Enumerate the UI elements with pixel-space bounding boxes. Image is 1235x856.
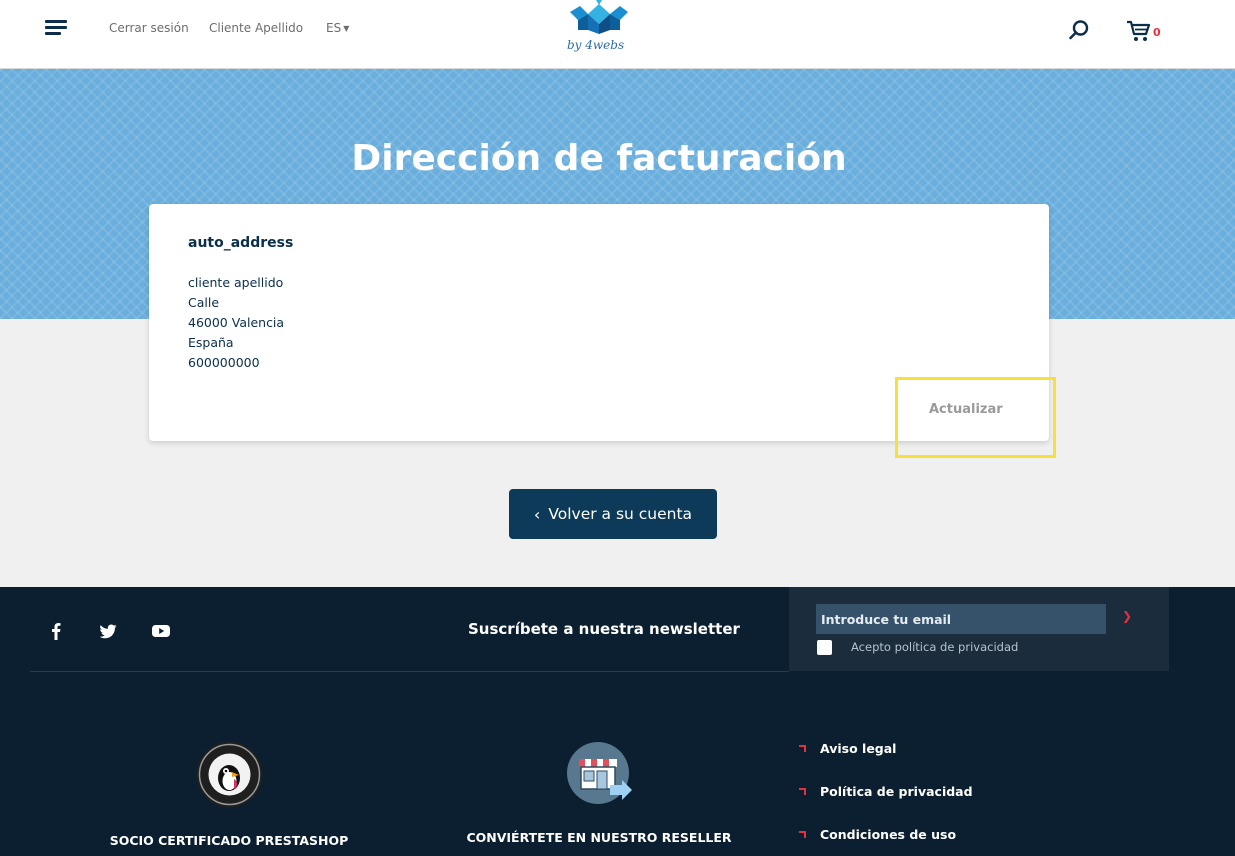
legal-link-label: Aviso legal — [820, 741, 897, 756]
address-line: España — [188, 335, 234, 350]
account-name-link[interactable]: Cliente Apellido — [209, 21, 303, 35]
language-label: ES — [326, 21, 342, 35]
corner-arrow-icon — [799, 745, 806, 752]
newsletter-form: ❯ Acepto política de privacidad — [789, 587, 1169, 671]
reseller-label: CONVIÉRTETE EN NUESTRO RESELLER — [466, 830, 732, 845]
logout-link[interactable]: Cerrar sesión — [109, 21, 189, 35]
chevron-left-icon: ‹ — [533, 504, 541, 524]
cart-icon[interactable] — [1126, 19, 1152, 43]
address-line: 46000 Valencia — [188, 315, 285, 330]
youtube-icon[interactable] — [150, 620, 172, 642]
update-address-link[interactable]: Actualizar — [929, 402, 1003, 417]
address-card: auto_address cliente apellido Calle 4600… — [149, 204, 1049, 441]
address-alias: auto_address — [188, 235, 294, 251]
privacy-checkbox-label: Acepto política de privacidad — [851, 640, 1019, 654]
facebook-icon[interactable] — [45, 620, 67, 642]
site-header: Cerrar sesión Cliente Apellido ES ▼ by 4w… — [0, 0, 1235, 69]
search-icon[interactable] — [1068, 19, 1090, 41]
footer-divider — [30, 671, 789, 672]
newsletter-email-input[interactable] — [816, 604, 1106, 634]
address-line: cliente apellido — [188, 275, 284, 290]
terms-of-use-link[interactable]: Condiciones de uso — [799, 827, 956, 842]
page-title: Dirección de facturación — [351, 138, 847, 179]
privacy-checkbox[interactable] — [817, 640, 832, 655]
caret-down-icon: ▼ — [343, 24, 350, 33]
prestashop-partner-badge-icon — [196, 741, 263, 808]
logo[interactable] — [566, 0, 632, 62]
menu-icon[interactable] — [45, 20, 67, 36]
address-details: cliente apellido Calle 46000 Valencia Es… — [188, 273, 284, 373]
site-footer: Suscríbete a nuestra newsletter ❯ Acepto… — [0, 587, 1235, 856]
reseller-store-icon[interactable] — [566, 741, 634, 807]
back-to-account-button[interactable]: ‹ Volver a su cuenta — [509, 489, 717, 539]
prestashop-partner-label: SOCIO CERTIFICADO PRESTASHOP — [109, 833, 349, 848]
address-line: 600000000 — [188, 355, 260, 370]
newsletter-submit-icon[interactable]: ❯ — [1122, 609, 1132, 623]
address-line: Calle — [188, 295, 220, 310]
language-selector[interactable]: ES ▼ — [326, 21, 349, 35]
logo-subtitle: by 4webs — [567, 38, 625, 52]
corner-arrow-icon — [799, 831, 806, 838]
privacy-policy-link[interactable]: Política de privacidad — [799, 784, 973, 799]
legal-link-label: Condiciones de uso — [820, 827, 957, 842]
cart-count-badge: 0 — [1153, 26, 1161, 39]
corner-arrow-icon — [799, 788, 806, 795]
back-button-label: Volver a su cuenta — [548, 505, 693, 523]
legal-link-label: Política de privacidad — [820, 784, 973, 799]
newsletter-title: Suscríbete a nuestra newsletter — [468, 620, 740, 638]
twitter-icon[interactable] — [97, 620, 119, 642]
legal-notice-link[interactable]: Aviso legal — [799, 741, 896, 756]
